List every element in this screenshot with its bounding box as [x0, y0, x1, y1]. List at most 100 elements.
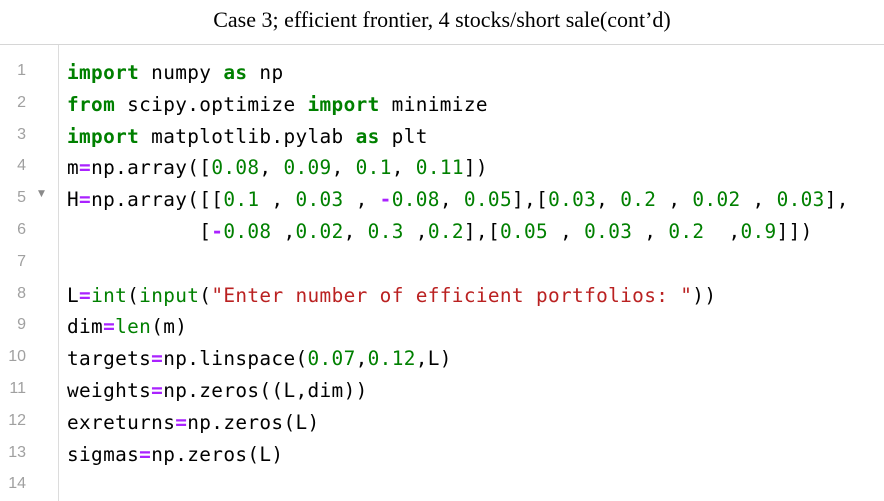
code-text[interactable]: targets=np.linspace(0.07,0.12,L): [67, 347, 452, 370]
code-token: ,L): [415, 347, 452, 371]
code-token: dim: [67, 315, 104, 339]
line-number: 12: [8, 411, 26, 429]
code-token: ,: [331, 156, 356, 180]
code-token: ,: [403, 220, 428, 243]
code-text[interactable]: weights=np.zeros((L,dim)): [67, 379, 368, 402]
code-token: 0.03: [776, 188, 825, 212]
code-token: input: [139, 283, 200, 307]
code-token: ,: [259, 188, 296, 212]
code-token: 0.05: [499, 220, 549, 243]
code-token: ,: [439, 188, 464, 212]
code-token: 0.09: [283, 156, 332, 180]
code-text[interactable]: dim=len(m): [67, 315, 187, 338]
code-token: ]]): [776, 220, 813, 243]
code-token: numpy: [139, 61, 224, 84]
code-token: 0.08: [391, 188, 440, 212]
code-text[interactable]: [-0.08 ,0.02, 0.3 ,0.2],[0.05 , 0.03 , 0…: [67, 220, 813, 243]
code-text[interactable]: exreturns=np.zeros(L): [67, 411, 320, 434]
code-token: ,: [343, 220, 368, 243]
code-token: as: [223, 61, 248, 84]
code-line[interactable]: 1 import numpy as np: [0, 54, 884, 86]
code-token: plt: [379, 124, 428, 148]
code-line[interactable]: 7: [0, 245, 884, 277]
code-token: scipy.optimize: [115, 92, 308, 116]
code-line[interactable]: 2 from scipy.optimize import minimize: [0, 86, 884, 118]
code-token: 0.2: [620, 188, 657, 212]
code-token: ,: [656, 188, 693, 212]
code-line[interactable]: 4 m=np.array([0.08, 0.09, 0.1, 0.11]): [0, 149, 884, 181]
code-token: np.array([[: [91, 188, 224, 212]
line-number: 8: [17, 284, 26, 302]
code-token: ,: [343, 188, 380, 212]
slide-title: Case 3; efficient frontier, 4 stocks/sho…: [213, 7, 671, 32]
code-line[interactable]: 14: [0, 467, 884, 499]
code-token: ,: [271, 220, 296, 243]
code-token: 0.2: [427, 220, 464, 243]
code-token: =: [151, 347, 164, 371]
line-number: 9: [17, 316, 26, 334]
code-line[interactable]: 10 targets=np.linspace(0.07,0.12,L): [0, 340, 884, 372]
code-text[interactable]: H=np.array([[0.1 , 0.03 , -0.08, 0.05],[…: [67, 188, 849, 211]
code-token: 0.07: [307, 347, 356, 371]
line-number: 7: [17, 252, 26, 270]
code-line[interactable]: 6 [-0.08 ,0.02, 0.3 ,0.2],[0.05 , 0.03 ,…: [0, 213, 884, 245]
code-text[interactable]: m=np.array([0.08, 0.09, 0.1, 0.11]): [67, 156, 488, 179]
code-editor[interactable]: 1 import numpy as np 2 from scipy.optimize …: [0, 44, 884, 501]
code-token: int: [91, 283, 128, 307]
code-token: ,: [391, 156, 416, 180]
code-token: 0.2: [668, 220, 705, 243]
code-token: exreturns: [67, 410, 176, 434]
code-line[interactable]: 8 L=int(input("Enter number of efficient …: [0, 277, 884, 309]
code-line[interactable]: 9 dim=len(m): [0, 308, 884, 340]
code-text[interactable]: L=int(input("Enter number of efficient p…: [67, 284, 716, 307]
code-text[interactable]: from scipy.optimize import minimize: [67, 93, 488, 116]
fold-arrow-icon[interactable]: ▼: [38, 189, 45, 199]
code-token: =: [151, 379, 164, 402]
code-token: ,: [632, 220, 669, 243]
code-text[interactable]: sigmas=np.zeros(L): [67, 443, 283, 466]
code-token: len: [115, 315, 152, 339]
code-token: ],[: [511, 188, 549, 212]
line-number: 5: [17, 189, 26, 207]
code-token: 0.3: [367, 220, 404, 243]
code-token: ,: [740, 188, 777, 212]
line-number: 10: [8, 348, 26, 366]
code-token: 0.03: [295, 188, 344, 212]
code-token: from: [67, 92, 116, 116]
code-line[interactable]: 3 import matplotlib.pylab as plt: [0, 118, 884, 150]
code-token: ,: [548, 220, 585, 243]
line-number: 14: [8, 475, 26, 493]
code-text[interactable]: import matplotlib.pylab as plt: [67, 125, 428, 148]
code-token: ,: [259, 156, 284, 180]
line-number: 13: [8, 443, 26, 461]
code-token: "Enter number of efficient portfolios: ": [211, 283, 693, 307]
code-token: 0.03: [548, 188, 597, 212]
code-token: 0.08: [223, 220, 272, 243]
line-number: 6: [17, 221, 26, 238]
code-line[interactable]: 5 ▼ H=np.array([[0.1 , 0.03 , -0.08, 0.05]…: [0, 181, 884, 213]
code-token: (: [199, 283, 212, 307]
code-token: 0.1: [223, 188, 260, 212]
code-line[interactable]: 12 exreturns=np.zeros(L): [0, 404, 884, 436]
line-number: 3: [17, 125, 26, 143]
code-token: -: [379, 188, 392, 212]
code-token: 0.02: [295, 220, 344, 243]
code-token: np.linspace(: [163, 347, 308, 371]
code-token: =: [79, 156, 92, 180]
code-token: 0.1: [355, 156, 392, 180]
code-token: L: [67, 283, 80, 307]
code-token: (m): [151, 315, 188, 339]
code-text[interactable]: import numpy as np: [67, 61, 283, 84]
line-number: 2: [17, 93, 26, 111]
code-line[interactable]: 11 weights=np.zeros((L,dim)): [0, 372, 884, 404]
code-token: )): [692, 283, 717, 307]
code-line[interactable]: 13 sigmas=np.zeros(L): [0, 436, 884, 468]
code-token: np.zeros(L): [187, 410, 320, 434]
code-token: ,: [596, 188, 621, 212]
code-token: ,: [704, 220, 741, 243]
code-token: =: [79, 283, 92, 307]
line-number: 4: [17, 157, 26, 175]
code-token: m: [67, 156, 80, 180]
line-number: 1: [17, 62, 26, 79]
code-token: np.array([: [91, 156, 212, 180]
